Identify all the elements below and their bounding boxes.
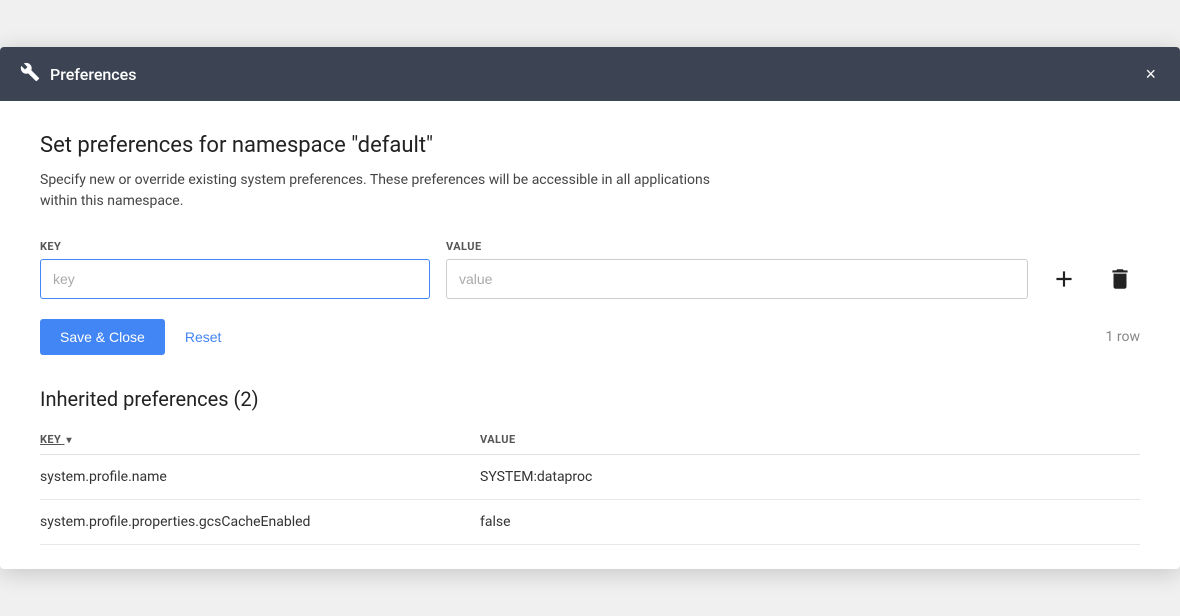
inherited-preferences-section: Inherited preferences (2) KEY ▾ VALUE sy… [40,387,1140,545]
add-row-button[interactable] [1044,259,1084,299]
description-text: Specify new or override existing system … [40,170,740,212]
save-close-button[interactable]: Save & Close [40,319,165,355]
header-left: Preferences [20,62,136,86]
wrench-icon [20,62,40,86]
value-input[interactable] [446,259,1028,299]
table-row: system.profile.nameSYSTEM:dataproc [40,455,1140,500]
actions-left: Save & Close Reset [40,319,221,355]
key-field-group: KEY [40,240,430,299]
dialog-header: Preferences × [0,47,1180,101]
inherited-table: KEY ▾ VALUE system.profile.nameSYSTEM:da… [40,427,1140,545]
plus-icon [1051,266,1077,292]
dialog-title: Preferences [50,65,136,84]
value-label: VALUE [446,240,1028,253]
value-cell: SYSTEM:dataproc [480,455,1140,500]
form-row: KEY VALUE [40,240,1140,299]
key-input[interactable] [40,259,430,299]
col-header-value: VALUE [480,427,1140,455]
page-title: Set preferences for namespace "default" [40,133,1140,158]
close-button[interactable]: × [1141,61,1160,87]
col-header-key[interactable]: KEY ▾ [40,427,480,455]
row-count: 1 row [1106,329,1140,345]
value-field-group: VALUE [446,240,1028,299]
reset-button[interactable]: Reset [185,329,222,345]
table-row: system.profile.properties.gcsCacheEnable… [40,500,1140,545]
inherited-title: Inherited preferences (2) [40,387,1140,411]
trash-icon [1107,266,1133,292]
key-cell: system.profile.name [40,455,480,500]
actions-row: Save & Close Reset 1 row [40,319,1140,355]
value-cell: false [480,500,1140,545]
delete-row-button[interactable] [1100,259,1140,299]
sort-icon: ▾ [67,435,72,446]
key-label: KEY [40,240,430,253]
dialog-body: Set preferences for namespace "default" … [0,101,1180,569]
key-cell: system.profile.properties.gcsCacheEnable… [40,500,480,545]
preferences-dialog: Preferences × Set preferences for namesp… [0,47,1180,569]
